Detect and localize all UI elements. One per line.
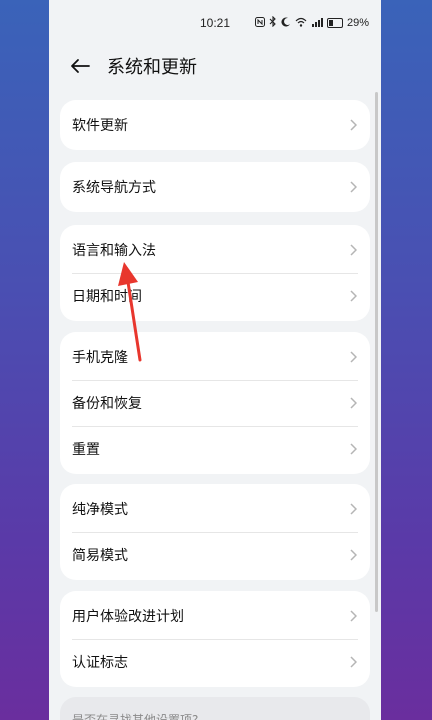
settings-card-experience: 用户体验改进计划 认证标志	[60, 591, 370, 687]
chevron-right-icon	[348, 655, 358, 669]
page-title: 系统和更新	[107, 57, 197, 78]
bluetooth-icon	[269, 15, 277, 30]
hint-text: 是否在寻找其他设置项?	[72, 713, 199, 720]
chevron-right-icon	[348, 548, 358, 562]
signal-icon	[311, 17, 323, 30]
setting-label: 语言和输入法	[72, 243, 156, 259]
moon-icon	[281, 17, 291, 30]
setting-system-navigation[interactable]: 系统导航方式	[60, 162, 370, 212]
chevron-right-icon	[348, 350, 358, 364]
search-settings-hint[interactable]: 是否在寻找其他设置项?	[60, 697, 370, 720]
status-bar: 10:21 29%	[49, 0, 381, 44]
setting-label: 重置	[72, 442, 100, 458]
settings-card-navigation: 系统导航方式	[60, 162, 370, 212]
setting-pure-mode[interactable]: 纯净模式	[60, 486, 370, 532]
setting-label: 用户体验改进计划	[72, 609, 184, 625]
setting-reset[interactable]: 重置	[60, 426, 370, 472]
status-icons: 29%	[254, 15, 369, 30]
settings-card-language: 语言和输入法 日期和时间	[60, 225, 370, 321]
back-arrow-icon[interactable]	[69, 55, 91, 77]
setting-label: 纯净模式	[72, 502, 128, 518]
scrollbar[interactable]	[375, 92, 378, 612]
nfc-icon	[254, 16, 265, 30]
setting-language-input[interactable]: 语言和输入法	[60, 227, 370, 273]
battery-icon	[326, 18, 343, 28]
settings-card-update: 软件更新	[60, 100, 370, 150]
page-header: 系统和更新	[49, 48, 381, 84]
chevron-right-icon	[348, 609, 358, 623]
phone-screen: 10:21 29% 系统和更新 软件更新 系统导航方式 语言和输入法 日期和时间…	[49, 0, 381, 720]
setting-certification[interactable]: 认证标志	[60, 639, 370, 685]
chevron-right-icon	[348, 502, 358, 516]
settings-card-backup: 手机克隆 备份和恢复 重置	[60, 332, 370, 474]
setting-software-update[interactable]: 软件更新	[60, 100, 370, 150]
setting-phone-clone[interactable]: 手机克隆	[60, 334, 370, 380]
setting-label: 手机克隆	[72, 350, 128, 366]
setting-date-time[interactable]: 日期和时间	[60, 273, 370, 319]
battery-percent: 29%	[346, 17, 369, 29]
setting-label: 认证标志	[72, 655, 128, 671]
chevron-right-icon	[348, 289, 358, 303]
setting-label: 备份和恢复	[72, 396, 142, 412]
wifi-icon	[295, 17, 307, 30]
chevron-right-icon	[348, 442, 358, 456]
setting-simple-mode[interactable]: 简易模式	[60, 532, 370, 578]
chevron-right-icon	[348, 180, 358, 194]
chevron-right-icon	[348, 118, 358, 132]
setting-label: 简易模式	[72, 548, 128, 564]
setting-label: 软件更新	[72, 118, 128, 134]
setting-label: 系统导航方式	[72, 180, 156, 196]
setting-label: 日期和时间	[72, 289, 142, 305]
setting-user-experience[interactable]: 用户体验改进计划	[60, 593, 370, 639]
setting-backup-restore[interactable]: 备份和恢复	[60, 380, 370, 426]
chevron-right-icon	[348, 396, 358, 410]
settings-card-modes: 纯净模式 简易模式	[60, 484, 370, 580]
chevron-right-icon	[348, 243, 358, 257]
